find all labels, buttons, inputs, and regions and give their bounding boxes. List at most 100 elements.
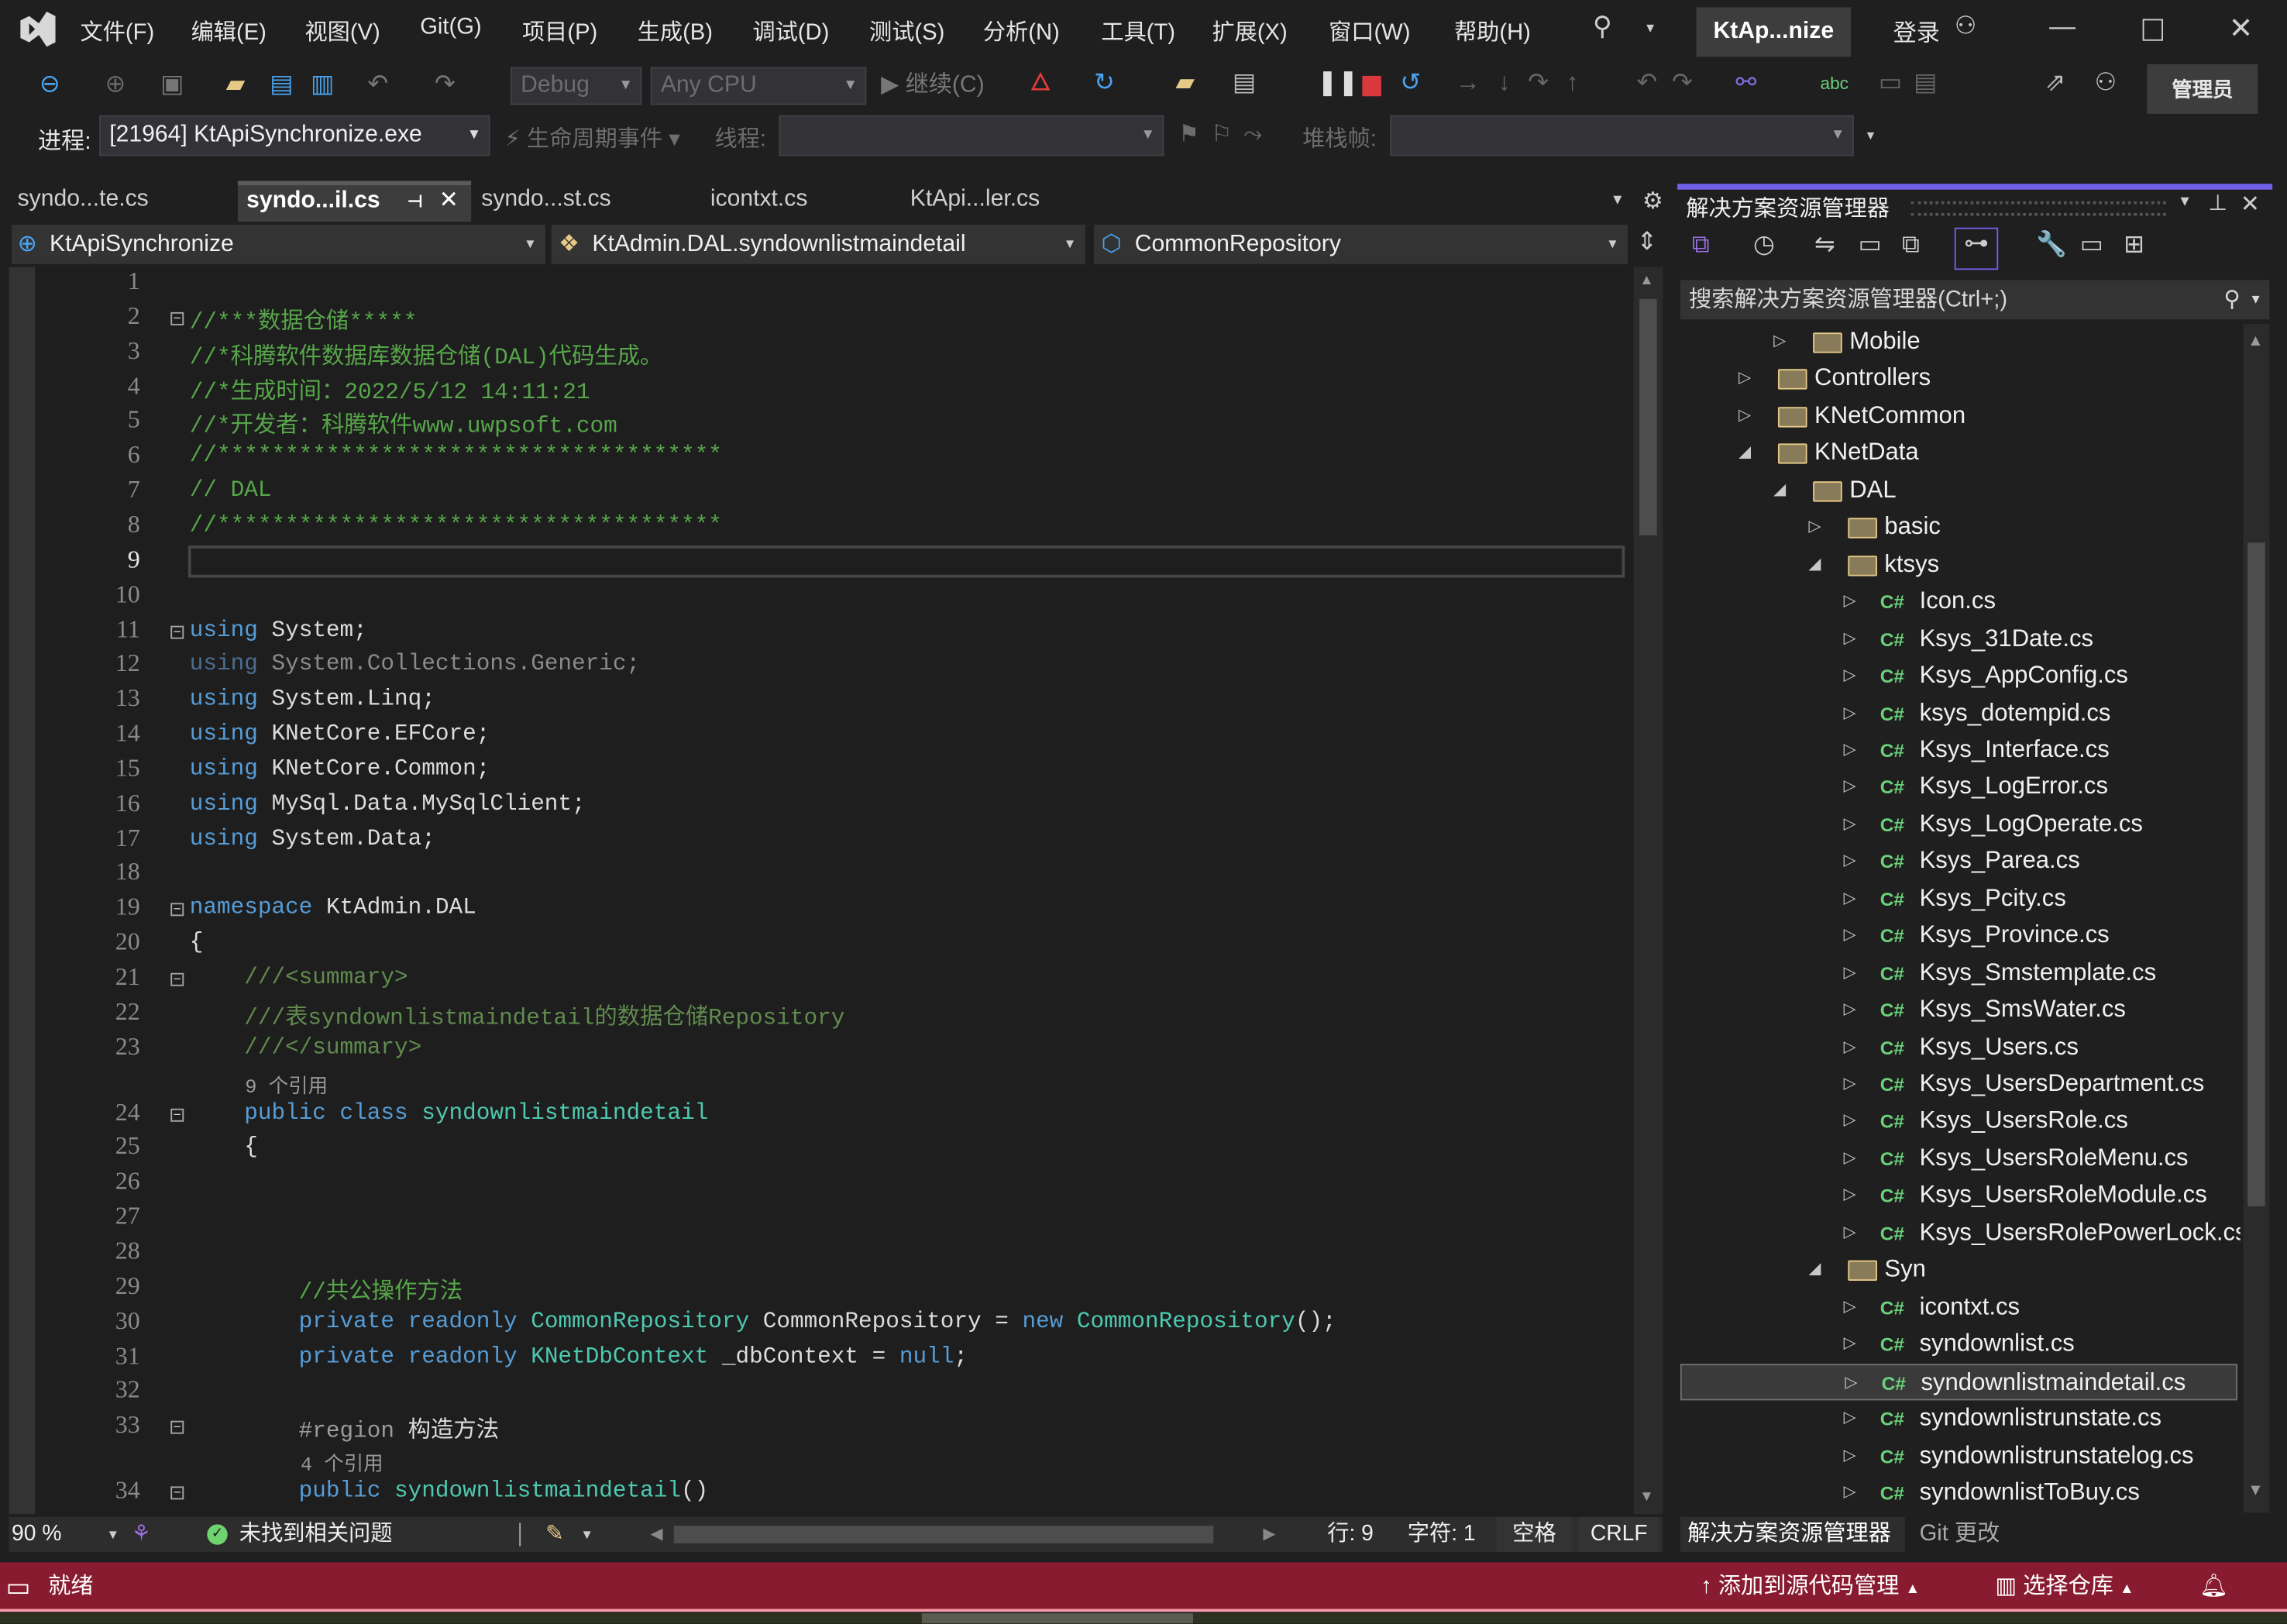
layout-icons[interactable]: ▭▤ (1879, 68, 1949, 98)
toolbar-overflow-icon[interactable]: ▾ (1867, 129, 1874, 145)
menu-item[interactable]: 生成(B) (638, 15, 713, 46)
fold-toggle-icon[interactable]: − (170, 624, 184, 639)
forward-icon[interactable]: ⊕ (105, 70, 126, 99)
vs-solutions-icon[interactable]: ⧉ (1692, 230, 1710, 260)
fold-toggle-icon[interactable]: − (170, 1107, 184, 1122)
menu-item[interactable]: 扩展(X) (1212, 15, 1287, 46)
tree-item[interactable]: ▷ basic (1680, 510, 2237, 546)
collapse-all-icon[interactable]: ▭ (1858, 230, 1881, 260)
panel-options-icon[interactable]: ▼ (2178, 194, 2192, 210)
collapsed-arrow-icon[interactable]: ▷ (1844, 1141, 1856, 1177)
open-folder-search-icon[interactable]: ▰ (1175, 68, 1195, 98)
tree-scrollbar[interactable]: ▲ ▼ (2243, 323, 2270, 1513)
collapsed-arrow-icon[interactable]: ▷ (1844, 658, 1856, 694)
tree-item[interactable]: ▷ C# Ksys_LogOperate.cs (1680, 807, 2237, 843)
collapsed-arrow-icon[interactable]: ▷ (1844, 955, 1856, 991)
collapsed-arrow-icon[interactable]: ▷ (1844, 1400, 1856, 1436)
tree-item[interactable]: ▷ C# Ksys_Smstemplate.cs (1680, 955, 2237, 991)
split-editor-icon[interactable]: ⇕ (1636, 228, 1657, 257)
tree-item[interactable]: ▷ C# Ksys_UsersRoleMenu.cs (1680, 1141, 2237, 1177)
flag-icons[interactable]: ⚑⚐⤳ (1178, 119, 1274, 149)
menu-item[interactable]: 文件(F) (81, 15, 155, 46)
scroll-left-icon[interactable]: ◀ (651, 1517, 663, 1552)
close-panel-icon[interactable]: ✕ (2241, 190, 2260, 219)
tree-item[interactable]: ▷ C# Ksys_Province.cs (1680, 918, 2237, 955)
menu-item[interactable]: 编辑(E) (191, 15, 267, 46)
collapsed-arrow-icon[interactable]: ▷ (1844, 881, 1856, 917)
tab-git-changes[interactable]: Git 更改 (1920, 1517, 2000, 1552)
tab-list-dropdown-icon[interactable]: ▼ (1610, 193, 1625, 209)
hot-reload-icon[interactable]: 🜂 (1030, 68, 1051, 98)
platform-dropdown[interactable]: Any CPU ▼ (650, 67, 867, 105)
expanded-arrow-icon[interactable]: ◢ (1808, 546, 1821, 583)
menu-item[interactable]: 工具(T) (1101, 15, 1175, 46)
menu-item[interactable]: Git(G) (420, 15, 481, 41)
codelens-text[interactable]: 4 个引用 (301, 1447, 383, 1478)
collapsed-arrow-icon[interactable]: ▷ (1844, 695, 1856, 731)
properties-icon[interactable]: 🔧 (2036, 230, 2067, 260)
scroll-thumb[interactable] (1639, 298, 1657, 535)
tree-item[interactable]: ▷ C# Ksys_UsersRole.cs (1680, 1103, 2237, 1140)
code-cleanup-icon[interactable]: ✎ (545, 1517, 564, 1552)
tree-item[interactable]: ▷ Mobile (1680, 324, 2237, 360)
line-indicator[interactable]: 行: 9 (1327, 1517, 1374, 1552)
fold-toggle-icon[interactable]: − (170, 1421, 184, 1435)
collapsed-arrow-icon[interactable]: ▷ (1844, 807, 1856, 843)
minimize-button[interactable]: — (2049, 12, 2075, 43)
lifecycle-events-button[interactable]: ⚡ 生命周期事件 ▾ (504, 121, 680, 153)
collapsed-arrow-icon[interactable]: ▷ (1844, 1029, 1856, 1065)
scroll-thumb[interactable] (2247, 542, 2265, 1206)
codelens-text[interactable]: 9 个引用 (245, 1068, 328, 1099)
tree-item[interactable]: ◢ Syn (1680, 1252, 2237, 1289)
tree-item[interactable]: ▷ Controllers (1680, 361, 2237, 397)
tab-document[interactable]: icontxt.cs (701, 181, 897, 222)
chevron-down-icon[interactable]: ▼ (580, 1517, 593, 1552)
issues-status[interactable]: 未找到相关问题 (239, 1517, 393, 1552)
menu-item[interactable]: 帮助(H) (1454, 15, 1531, 46)
member-dropdown[interactable]: ⬡ CommonRepository ▼ (1093, 224, 1628, 264)
sync-icon[interactable]: ⇋ (1814, 230, 1835, 260)
indentation-indicator[interactable]: 空格 (1496, 1516, 1573, 1553)
search-icon[interactable]: ⚲ (2223, 280, 2240, 319)
tab-document[interactable]: KtApi...ler.cs (901, 181, 1135, 222)
chevron-down-icon[interactable]: ▼ (2249, 280, 2262, 319)
menu-item[interactable]: 视图(V) (304, 15, 380, 46)
stackframe-dropdown[interactable]: ▼ (1390, 115, 1854, 157)
expanded-arrow-icon[interactable]: ◢ (1738, 435, 1751, 472)
menu-item[interactable]: 测试(S) (869, 15, 944, 46)
diagnostics-icon[interactable]: ⚯ (1735, 68, 1756, 98)
new-project-icon[interactable]: ▣ (160, 70, 184, 99)
collapsed-arrow-icon[interactable]: ▷ (1844, 732, 1856, 769)
vs-logo-icon[interactable] (18, 10, 59, 48)
maximize-button[interactable] (2142, 19, 2163, 41)
tree-item[interactable]: ▷ C# Ksys_UsersRoleModule.cs (1680, 1178, 2237, 1214)
feedback-icon[interactable]: ⚇ (2094, 68, 2117, 98)
save-all-icon[interactable]: ▥ (311, 70, 334, 99)
scroll-down-icon[interactable]: ▼ (1639, 1489, 1654, 1505)
solution-search-input[interactable]: 搜索解决方案资源管理器(Ctrl+;) ⚲ ▼ (1680, 280, 2270, 320)
code-editor[interactable]: 1 2−//***数据仓储***** 3//*科腾软件数据库数据仓储(DAL)代码生… (9, 267, 1634, 1515)
class-diagram-icon[interactable]: ⊞ (2124, 230, 2144, 260)
tab-document[interactable]: syndo...il.cs ⊣ ✕ (237, 181, 472, 222)
menu-item[interactable]: 分析(N) (983, 15, 1060, 46)
tree-item[interactable]: ▷ C# Ksys_Users.cs (1680, 1029, 2237, 1065)
type-dropdown[interactable]: ❖ KtAdmin.DAL.syndownlistmaindetail ▼ (551, 224, 1085, 264)
view-toggle-icon[interactable]: ⊶ (1954, 227, 1999, 270)
tab-document[interactable]: syndo...te.cs (9, 181, 238, 222)
tree-item[interactable]: ▷ C# ksys_dotempid.cs (1680, 695, 2237, 731)
step-icons[interactable]: →↓↷↑ (1456, 68, 1596, 98)
undo-icon[interactable]: ↶ (367, 70, 388, 99)
pending-changes-icon[interactable]: ◷ (1753, 230, 1775, 260)
tree-item[interactable]: ▷ C# syndownlistrunstatelog.cs (1680, 1437, 2237, 1474)
fold-toggle-icon[interactable]: − (170, 972, 184, 987)
navigate-icons[interactable]: ↶↷ (1636, 68, 1707, 98)
publish-icon[interactable]: ▤ (1233, 68, 1256, 98)
collapsed-arrow-icon[interactable]: ▷ (1844, 1066, 1856, 1103)
scroll-up-icon[interactable]: ▲ (2247, 332, 2264, 350)
tree-item[interactable]: ▷ C# Ksys_LogError.cs (1680, 769, 2237, 806)
collapsed-arrow-icon[interactable]: ▷ (1844, 1215, 1856, 1251)
scroll-up-icon[interactable]: ▲ (1639, 273, 1654, 289)
scroll-down-icon[interactable]: ▼ (2247, 1482, 2264, 1500)
collapsed-arrow-icon[interactable]: ▷ (1844, 1103, 1856, 1140)
tree-item[interactable]: ▷ C# Icon.cs (1680, 583, 2237, 620)
